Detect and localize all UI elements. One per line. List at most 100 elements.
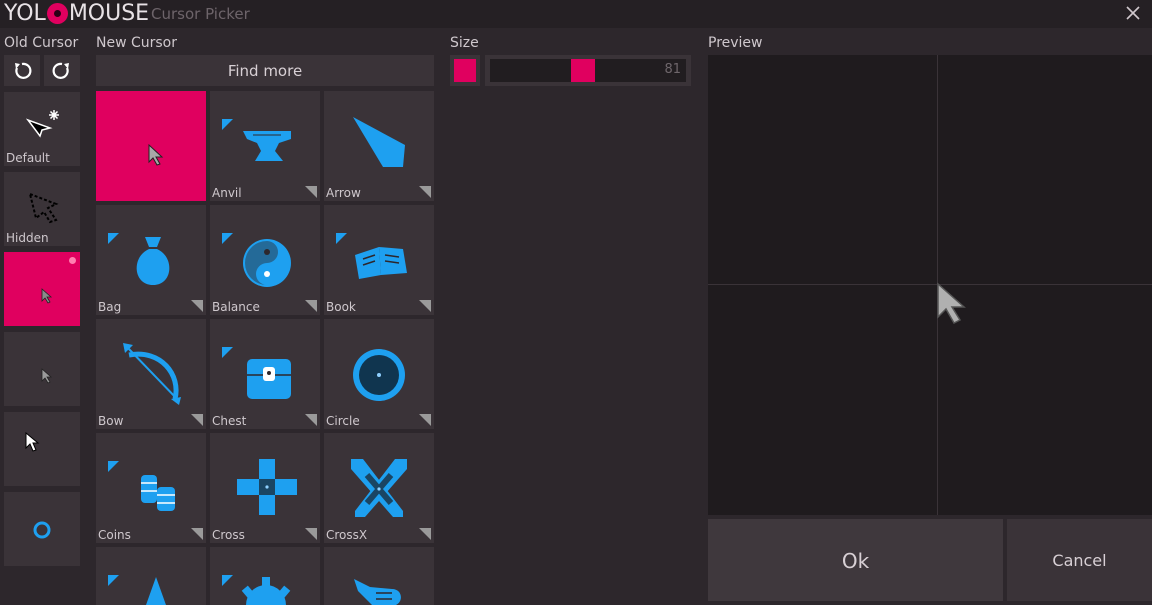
dropdown-corner-icon[interactable] xyxy=(419,414,431,426)
size-heading: Size xyxy=(450,35,479,51)
cursor-tile-label: Coins xyxy=(98,528,131,542)
small-arrow-cursor-icon xyxy=(41,288,53,304)
cursor-tile-label: Chest xyxy=(212,414,247,428)
close-icon[interactable] xyxy=(1124,4,1142,22)
cursor-tile-crossx[interactable]: CrossX xyxy=(324,433,434,543)
slider-thumb[interactable] xyxy=(571,59,595,82)
old-cursor-item[interactable] xyxy=(4,332,80,406)
size-value: 81 xyxy=(664,62,681,77)
rotate-ccw-icon xyxy=(15,62,32,79)
size-slider[interactable]: 81 xyxy=(485,55,691,86)
cursor-tile-book[interactable]: Book xyxy=(324,205,434,315)
cursor-tile-label: Cross xyxy=(212,528,245,542)
bag-icon xyxy=(136,237,170,285)
window-title: Cursor Picker xyxy=(151,5,250,23)
rotate-cw-icon xyxy=(52,62,69,79)
old-cursor-heading: Old Cursor xyxy=(4,35,79,51)
arrow-icon xyxy=(353,117,405,167)
corner-marker-icon xyxy=(108,233,119,244)
old-cursor-item[interactable] xyxy=(4,492,80,566)
yin-yang-icon xyxy=(243,239,291,287)
new-cursor-heading: New Cursor xyxy=(96,35,178,51)
book-icon xyxy=(355,247,407,279)
chest-icon xyxy=(247,359,291,399)
cursor-tile-bag[interactable]: Bag xyxy=(96,205,206,315)
corner-marker-icon xyxy=(108,575,119,586)
cursor-tile-cross[interactable]: Cross xyxy=(210,433,320,543)
anvil-icon xyxy=(243,131,291,161)
old-cursor-item[interactable] xyxy=(4,412,80,486)
size-color-swatch[interactable] xyxy=(450,55,480,86)
cursor-tile-anvil[interactable]: Anvil xyxy=(210,91,320,201)
preview-horizontal-guide xyxy=(708,284,1152,285)
cursor-tile-label: Arrow xyxy=(326,186,361,200)
ok-button[interactable]: Ok xyxy=(708,519,1003,601)
cursor-tile-circle[interactable]: Circle xyxy=(324,319,434,429)
preview-cursor-icon xyxy=(937,282,966,324)
corner-marker-icon xyxy=(336,233,347,244)
logo-text-mouse: MOUSE xyxy=(68,1,150,26)
preview-area[interactable] xyxy=(708,55,1152,515)
cursor-tile-label: Circle xyxy=(326,414,360,428)
old-cursor-default[interactable]: Default xyxy=(4,92,80,166)
cursor-tile-bow[interactable]: Bow xyxy=(96,319,206,429)
cursor-tile-label: Bow xyxy=(98,414,124,428)
old-cursor-hidden[interactable]: Hidden xyxy=(4,172,80,246)
arrow-cursor-icon xyxy=(148,143,164,166)
bow-icon xyxy=(123,343,181,405)
corner-marker-icon xyxy=(222,119,233,130)
dropdown-corner-icon[interactable] xyxy=(419,528,431,540)
old-cursor-label: Hidden xyxy=(6,231,49,245)
cross-icon xyxy=(237,459,297,515)
default-cursor-icon xyxy=(26,110,59,138)
find-more-label: Find more xyxy=(227,62,303,80)
small-arrow-cursor-icon xyxy=(41,368,53,384)
hidden-cursor-icon xyxy=(28,192,59,224)
dropdown-corner-icon[interactable] xyxy=(191,414,203,426)
ring-cursor-icon xyxy=(33,521,51,539)
dropdown-corner-icon[interactable] xyxy=(305,528,317,540)
cursor-tile-label: Bag xyxy=(98,300,122,314)
dropdown-corner-icon[interactable] xyxy=(419,186,431,198)
app-logo: YOL MOUSE xyxy=(4,1,149,26)
white-arrow-cursor-icon xyxy=(25,432,40,452)
circle-icon xyxy=(353,349,405,401)
cursor-tile-label: Anvil xyxy=(212,186,242,200)
selected-dot-icon xyxy=(69,257,76,264)
cursor-tile-label: Balance xyxy=(212,300,260,314)
old-cursor-label: Default xyxy=(6,151,50,165)
dropdown-corner-icon[interactable] xyxy=(305,186,317,198)
ok-label: Ok xyxy=(841,549,870,573)
cursor-tile-label: CrossX xyxy=(326,528,368,542)
corner-marker-icon xyxy=(108,461,119,472)
dropdown-corner-icon[interactable] xyxy=(305,300,317,312)
cursor-tile-chest[interactable]: Chest xyxy=(210,319,320,429)
cursor-tile-balance[interactable]: Balance xyxy=(210,205,320,315)
dropdown-corner-icon[interactable] xyxy=(305,414,317,426)
old-cursor-selected[interactable] xyxy=(4,252,80,326)
cursor-tile-partial[interactable] xyxy=(210,547,320,605)
cursor-tile-arrow[interactable]: Arrow xyxy=(324,91,434,201)
corner-marker-icon xyxy=(222,347,233,358)
find-more-button[interactable]: Find more xyxy=(96,55,434,86)
cursor-tile-selected[interactable] xyxy=(96,91,206,201)
rotate-right-button[interactable] xyxy=(44,55,80,86)
dropdown-corner-icon[interactable] xyxy=(191,528,203,540)
cursor-tile-coins[interactable]: Coins xyxy=(96,433,206,543)
cursor-tile-partial[interactable] xyxy=(96,547,206,605)
preview-heading: Preview xyxy=(708,35,763,51)
dropdown-corner-icon[interactable] xyxy=(191,300,203,312)
color-swatch-fill xyxy=(454,59,476,82)
hand-pointer-icon xyxy=(354,579,401,605)
cancel-label: Cancel xyxy=(1052,551,1107,570)
crossx-icon xyxy=(351,459,407,517)
cursor-tile-label: Book xyxy=(326,300,356,314)
logo-o-icon xyxy=(46,3,68,24)
gear-icon xyxy=(241,577,291,605)
dropdown-corner-icon[interactable] xyxy=(419,300,431,312)
corner-marker-icon xyxy=(222,233,233,244)
cancel-button[interactable]: Cancel xyxy=(1007,519,1152,601)
partial-cursor-icon xyxy=(146,577,166,605)
cursor-tile-partial[interactable] xyxy=(324,547,434,605)
rotate-left-button[interactable] xyxy=(4,55,40,86)
